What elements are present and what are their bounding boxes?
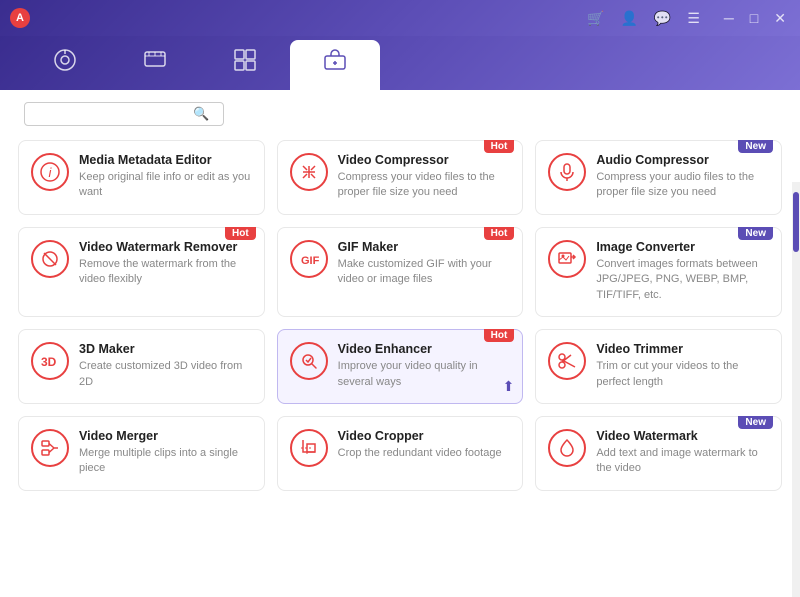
tool-desc-video-watermark-remover: Remove the watermark from the video flex… — [79, 257, 252, 288]
badge-hot: Hot — [484, 140, 515, 153]
tool-name-video-compressor: Video Compressor — [338, 153, 511, 167]
tab-toolbox[interactable] — [290, 40, 380, 90]
tool-name-video-trimmer: Video Trimmer — [596, 342, 769, 356]
tool-desc-image-converter: Convert images formats between JPG/JPEG,… — [596, 257, 769, 303]
tool-desc-audio-compressor: Compress your audio files to the proper … — [596, 170, 769, 201]
nav-bar — [0, 36, 800, 90]
badge-new: New — [738, 227, 773, 240]
scrollbar[interactable] — [792, 182, 800, 597]
tool-card-video-watermark[interactable]: New Video Watermark Add text and image w… — [535, 416, 782, 491]
tool-card-video-watermark-remover[interactable]: Hot Video Watermark Remover Remove the w… — [18, 227, 265, 317]
tool-card-video-cropper[interactable]: Video Cropper Crop the redundant video f… — [277, 416, 524, 491]
tool-info-video-enhancer: Video Enhancer Improve your video qualit… — [338, 342, 511, 390]
tool-card-audio-compressor[interactable]: New Audio Compressor Compress your audio… — [535, 140, 782, 215]
tool-name-video-merger: Video Merger — [79, 429, 252, 443]
tool-desc-video-cropper: Crop the redundant video footage — [338, 446, 511, 461]
tool-card-video-merger[interactable]: Video Merger Merge multiple clips into a… — [18, 416, 265, 491]
search-icon[interactable]: 🔍 — [193, 106, 209, 122]
tool-icon-video-watermark — [548, 429, 586, 467]
tool-desc-gif-maker: Make customized GIF with your video or i… — [338, 257, 511, 288]
search-bar: 🔍 — [0, 90, 800, 134]
scrollbar-thumb[interactable] — [793, 192, 799, 252]
tool-info-gif-maker: GIF Maker Make customized GIF with your … — [338, 240, 511, 288]
main-content: 🔍 i Media Metadata Editor Keep original … — [0, 90, 800, 505]
tool-info-video-watermark: Video Watermark Add text and image water… — [596, 429, 769, 477]
tool-card-media-metadata-editor[interactable]: i Media Metadata Editor Keep original fi… — [18, 140, 265, 215]
tool-icon-video-trimmer — [548, 342, 586, 380]
tool-info-video-trimmer: Video Trimmer Trim or cut your videos to… — [596, 342, 769, 390]
tool-name-video-watermark-remover: Video Watermark Remover — [79, 240, 252, 254]
cart-icon[interactable]: 🛒 — [583, 10, 608, 27]
tool-icon-video-merger — [31, 429, 69, 467]
search-input[interactable] — [33, 107, 193, 121]
tool-name-media-metadata-editor: Media Metadata Editor — [79, 153, 252, 167]
tool-icon-image-converter — [548, 240, 586, 278]
titlebar: A 🛒 👤 💬 ☰ ─ □ ✕ — [0, 0, 800, 36]
tool-desc-media-metadata-editor: Keep original file info or edit as you w… — [79, 170, 252, 201]
tool-icon-video-enhancer — [290, 342, 328, 380]
tool-card-video-compressor[interactable]: Hot Video Compressor Compress your video… — [277, 140, 524, 215]
tab-converter[interactable] — [20, 40, 110, 90]
tool-info-video-merger: Video Merger Merge multiple clips into a… — [79, 429, 252, 477]
tool-info-video-watermark-remover: Video Watermark Remover Remove the water… — [79, 240, 252, 288]
tool-icon-video-watermark-remover — [31, 240, 69, 278]
user-icon[interactable]: 👤 — [616, 10, 641, 27]
badge-hot: Hot — [225, 227, 256, 240]
tool-desc-video-trimmer: Trim or cut your videos to the perfect l… — [596, 359, 769, 390]
tool-name-video-enhancer: Video Enhancer — [338, 342, 511, 356]
tab-collage[interactable] — [200, 40, 290, 90]
tool-info-video-cropper: Video Cropper Crop the redundant video f… — [338, 429, 511, 461]
chat-icon[interactable]: 💬 — [650, 10, 675, 27]
mv-icon — [143, 48, 167, 78]
collage-icon — [233, 48, 257, 78]
tool-desc-3d-maker: Create customized 3D video from 2D — [79, 359, 252, 390]
tool-icon-video-compressor — [290, 153, 328, 191]
tool-card-image-converter[interactable]: New Image Converter Convert images forma… — [535, 227, 782, 317]
window-controls: 🛒 👤 💬 ☰ ─ □ ✕ — [583, 10, 790, 27]
maximize-icon[interactable]: □ — [746, 10, 762, 27]
tool-card-video-trimmer[interactable]: Video Trimmer Trim or cut your videos to… — [535, 329, 782, 404]
toolbox-icon — [323, 48, 347, 78]
tool-name-3d-maker: 3D Maker — [79, 342, 252, 356]
tool-desc-video-merger: Merge multiple clips into a single piece — [79, 446, 252, 477]
badge-new: New — [738, 140, 773, 153]
tool-icon-3d-maker: 3D — [31, 342, 69, 380]
badge-new: New — [738, 416, 773, 429]
tools-grid: i Media Metadata Editor Keep original fi… — [0, 134, 800, 505]
tool-info-image-converter: Image Converter Convert images formats b… — [596, 240, 769, 303]
scroll-up-icon: ⬆ — [503, 378, 515, 395]
app-logo: A — [10, 8, 30, 28]
tool-desc-video-compressor: Compress your video files to the proper … — [338, 170, 511, 201]
tool-info-3d-maker: 3D Maker Create customized 3D video from… — [79, 342, 252, 390]
tab-mv[interactable] — [110, 40, 200, 90]
tool-icon-video-cropper — [290, 429, 328, 467]
menu-icon[interactable]: ☰ — [683, 10, 704, 27]
tool-info-audio-compressor: Audio Compressor Compress your audio fil… — [596, 153, 769, 201]
badge-hot: Hot — [484, 329, 515, 342]
close-icon[interactable]: ✕ — [770, 10, 790, 27]
tool-card-video-enhancer[interactable]: Hot Video Enhancer Improve your video qu… — [277, 329, 524, 404]
tool-name-image-converter: Image Converter — [596, 240, 769, 254]
tool-desc-video-watermark: Add text and image watermark to the vide… — [596, 446, 769, 477]
tool-icon-gif-maker: GIF — [290, 240, 328, 278]
tool-icon-audio-compressor — [548, 153, 586, 191]
svg-text:GIF: GIF — [301, 255, 319, 267]
svg-text:3D: 3D — [41, 355, 57, 369]
tool-info-media-metadata-editor: Media Metadata Editor Keep original file… — [79, 153, 252, 201]
search-input-wrap[interactable]: 🔍 — [24, 102, 224, 126]
tool-name-video-cropper: Video Cropper — [338, 429, 511, 443]
tool-name-audio-compressor: Audio Compressor — [596, 153, 769, 167]
tool-card-gif-maker[interactable]: Hot GIF GIF Maker Make customized GIF wi… — [277, 227, 524, 317]
tool-card-3d-maker[interactable]: 3D 3D Maker Create customized 3D video f… — [18, 329, 265, 404]
svg-text:i: i — [49, 165, 53, 180]
tool-name-gif-maker: GIF Maker — [338, 240, 511, 254]
tool-icon-media-metadata-editor: i — [31, 153, 69, 191]
tool-info-video-compressor: Video Compressor Compress your video fil… — [338, 153, 511, 201]
minimize-icon[interactable]: ─ — [720, 10, 738, 27]
tool-name-video-watermark: Video Watermark — [596, 429, 769, 443]
badge-hot: Hot — [484, 227, 515, 240]
converter-icon — [53, 48, 77, 78]
tool-desc-video-enhancer: Improve your video quality in several wa… — [338, 359, 511, 390]
